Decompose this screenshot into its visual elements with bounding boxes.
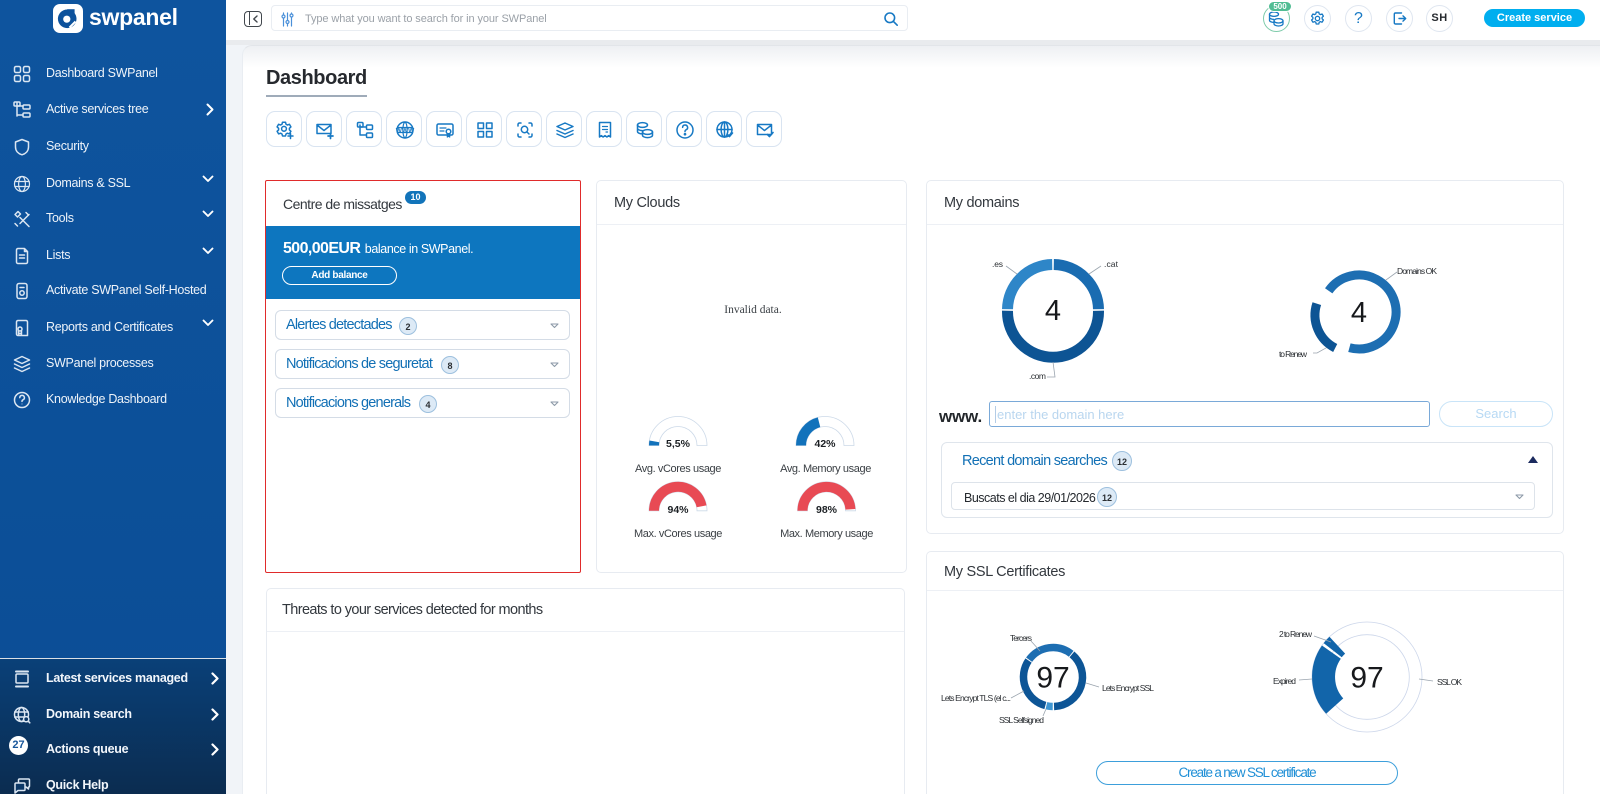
svg-text:WWW: WWW (396, 127, 415, 134)
svg-text:SSL OK: SSL OK (1437, 677, 1462, 687)
svg-text:SSL Selfsigned: SSL Selfsigned (999, 715, 1044, 725)
svg-text:97: 97 (1036, 662, 1069, 695)
svg-text:2 to Renew: 2 to Renew (1279, 629, 1313, 639)
svg-text:Domains OK: Domains OK (1397, 266, 1437, 276)
svg-text:42%: 42% (814, 438, 836, 450)
svg-text:4: 4 (1045, 295, 1061, 327)
svg-text:98%: 98% (816, 504, 838, 516)
svg-text:94%: 94% (667, 504, 689, 516)
svg-text:97: 97 (1350, 662, 1383, 695)
svg-text:.com: .com (1029, 371, 1046, 381)
svg-text:4: 4 (1351, 297, 1367, 329)
svg-text:.es: .es (992, 259, 1003, 269)
svg-text:5,5%: 5,5% (666, 438, 691, 450)
svg-text:Lets Encrypt TLS (el c...: Lets Encrypt TLS (el c... (941, 693, 1011, 703)
svg-text:Lets Encrypt SSL: Lets Encrypt SSL (1102, 683, 1154, 693)
svg-text:Tercers: Tercers (1010, 633, 1032, 643)
svg-text:Expired: Expired (1273, 676, 1296, 686)
svg-text:.cat: .cat (1104, 259, 1119, 269)
svg-text:to Renew: to Renew (1279, 349, 1308, 359)
